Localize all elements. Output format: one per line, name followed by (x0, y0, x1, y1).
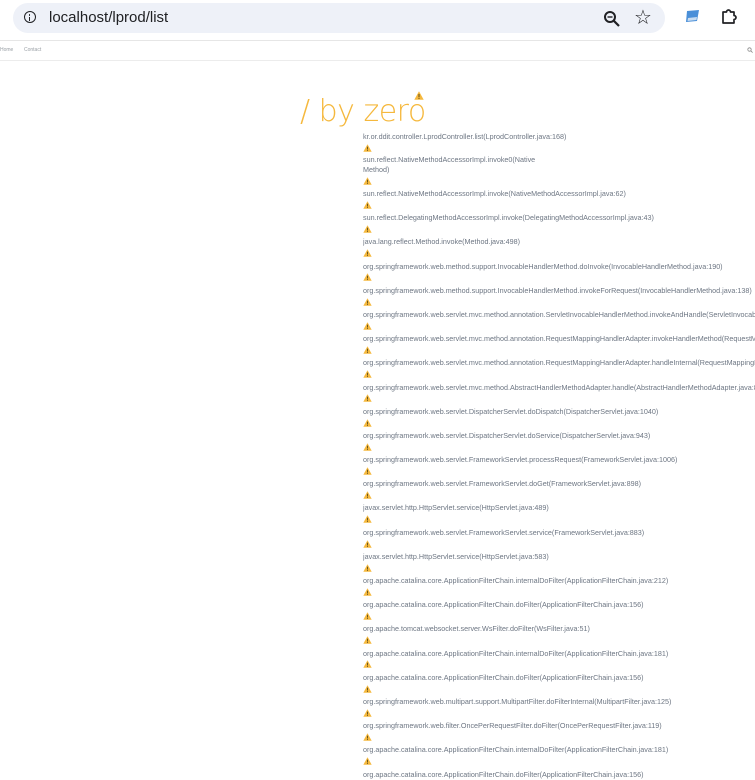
stack-frame: org.apache.catalina.core.ApplicationFilt… (363, 576, 669, 586)
stack-frame: org.apache.tomcat.websocket.server.WsFil… (363, 624, 590, 634)
browser-toolbar: localhost/lprod/list ☆ (0, 0, 755, 40)
stack-frame: org.springframework.web.filter.OncePerRe… (363, 721, 662, 731)
stack-frame: org.springframework.web.servlet.mvc.meth… (363, 382, 755, 392)
stack-frame: org.springframework.web.servlet.Framewor… (363, 455, 678, 465)
stack-frame: org.apache.catalina.core.ApplicationFilt… (363, 648, 669, 658)
stack-frame: org.apache.catalina.core.ApplicationFilt… (363, 745, 669, 755)
stack-frame: org.springframework.web.servlet.Framewor… (363, 479, 642, 489)
stack-frame: org.springframework.web.servlet.Dispatch… (363, 430, 651, 440)
star-icon[interactable]: ☆ (632, 7, 654, 29)
warning-icon (363, 563, 373, 575)
stack-frame: org.springframework.web.servlet.mvc.meth… (363, 334, 755, 344)
warning-icon (363, 660, 373, 671)
warning-icon (363, 418, 373, 430)
warning-icon (363, 297, 373, 309)
search-icon[interactable] (747, 47, 753, 53)
stack-frame: javax.servlet.http.HttpServlet.service(H… (363, 551, 549, 561)
extension-icon[interactable] (685, 9, 700, 23)
stack-frame: kr.or.ddit.controller.LprodController.li… (363, 132, 567, 141)
warning-icon (363, 322, 373, 333)
stack-frame: org.apache.catalina.core.ApplicationFilt… (363, 672, 644, 682)
info-icon[interactable] (24, 11, 36, 23)
stack-frame: org.springframework.web.multipart.suppor… (363, 696, 672, 706)
warning-icon (363, 346, 373, 357)
warning-icon (363, 636, 373, 647)
address-bar[interactable]: localhost/lprod/list ☆ (13, 3, 665, 33)
nav-contact-link[interactable]: Contact (24, 47, 41, 53)
stack-frame: org.apache.catalina.core.ApplicationFilt… (363, 769, 644, 779)
warning-icon (363, 515, 373, 526)
warning-icon (363, 201, 373, 212)
stack-frame: sun.reflect.DelegatingMethodAccessorImpl… (363, 213, 654, 223)
warning-icon (363, 394, 373, 405)
site-navbar: Home Contact (0, 40, 755, 61)
warning-icon (363, 443, 373, 454)
stack-frame: sun.reflect.NativeMethodAccessorImpl.inv… (363, 189, 626, 199)
zoom-icon[interactable] (603, 10, 621, 28)
warning-icon (363, 370, 373, 381)
warning-icon (363, 491, 373, 502)
warning-icon (363, 273, 373, 284)
warning-icon (363, 467, 373, 478)
stack-frame: org.springframework.web.servlet.Dispatch… (363, 406, 659, 416)
warning-icon (363, 588, 373, 599)
nav-home-link[interactable]: Home (0, 47, 13, 53)
warning-icon (363, 757, 373, 768)
warning-icon (363, 684, 373, 696)
warning-icon (363, 176, 373, 188)
error-title: / by zero (300, 94, 426, 129)
stack-frame: org.springframework.web.servlet.mvc.meth… (363, 358, 755, 368)
stack-trace: kr.or.ddit.controller.LprodController.li… (363, 131, 755, 780)
stack-frame: sun.reflect.NativeMethodAccessorImpl.inv… (363, 155, 536, 175)
warning-icon (363, 225, 373, 236)
stack-frame: org.springframework.web.servlet.Framewor… (363, 527, 645, 537)
warning-icon (414, 91, 424, 100)
stack-frame: javax.servlet.http.HttpServlet.service(H… (363, 503, 549, 513)
puzzle-icon[interactable] (720, 7, 738, 25)
url-text[interactable]: localhost/lprod/list (49, 9, 168, 26)
stack-frame: org.springframework.web.method.support.I… (363, 285, 752, 295)
warning-icon (363, 709, 373, 720)
warning-icon (363, 249, 373, 260)
stack-frame: org.apache.catalina.core.ApplicationFilt… (363, 600, 644, 610)
warning-icon (363, 144, 373, 155)
warning-icon (363, 612, 373, 623)
warning-icon (363, 539, 373, 551)
stack-frame: org.springframework.web.method.support.I… (363, 261, 723, 271)
stack-frame: java.lang.reflect.Method.invoke(Method.j… (363, 237, 521, 247)
stack-frame: org.springframework.web.servlet.mvc.meth… (363, 309, 755, 319)
